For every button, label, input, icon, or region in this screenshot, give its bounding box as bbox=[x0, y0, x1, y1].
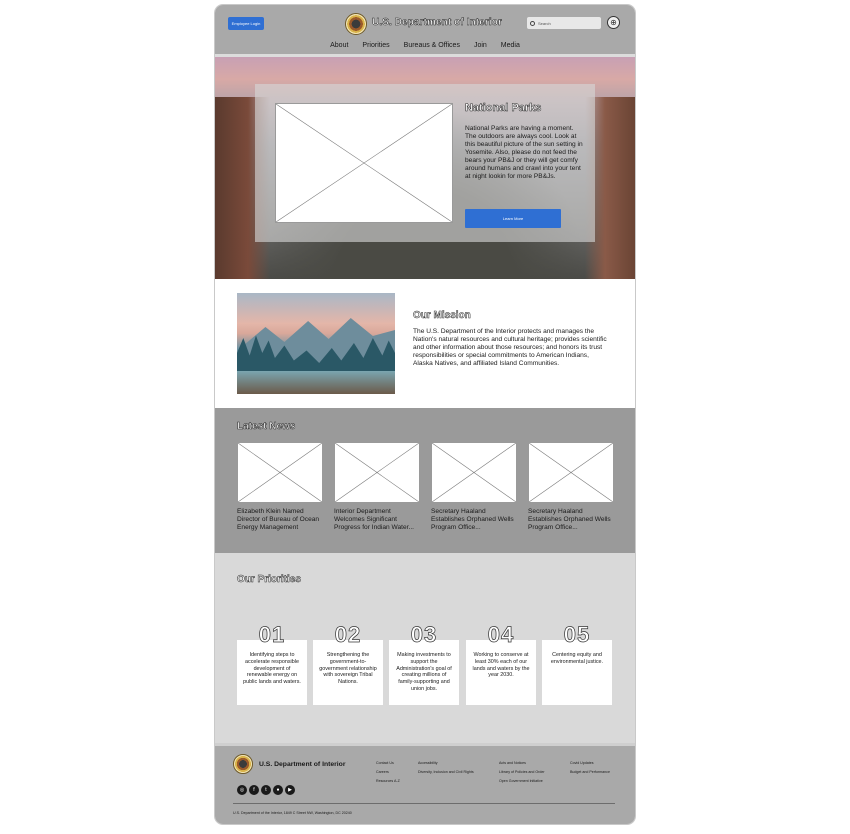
priority-text: Strengthening the government-to-governme… bbox=[319, 652, 377, 686]
search-input[interactable]: Search bbox=[527, 17, 601, 29]
priority-text: Identifying steps to accelerate responsi… bbox=[243, 652, 301, 686]
footer-brand[interactable]: U.S. Department of Interior bbox=[259, 761, 345, 768]
facebook-icon[interactable]: f bbox=[249, 785, 259, 795]
mission-section: Our Mission The U.S. Department of the I… bbox=[215, 279, 635, 408]
priority-card: 03 Making investments to support the Adm… bbox=[389, 622, 459, 705]
priorities-title: Our Priorities bbox=[237, 574, 301, 586]
news-image-placeholder bbox=[431, 442, 517, 503]
priority-card: 02 Strengthening the government-to-gover… bbox=[313, 622, 383, 705]
news-card[interactable]: Elizabeth Klein Named Director of Bureau… bbox=[237, 442, 323, 532]
footer-rule bbox=[233, 803, 615, 804]
news-section: Latest News Elizabeth Klein Named Direct… bbox=[215, 408, 635, 553]
site-footer: U.S. Department of Interior ◎ f t ● ▶ Co… bbox=[215, 746, 635, 824]
hero-image-placeholder bbox=[275, 103, 453, 223]
hero-description: National Parks are having a moment. The … bbox=[465, 125, 583, 180]
language-globe-icon[interactable]: ⊕ bbox=[607, 16, 620, 29]
youtube-icon[interactable]: ▶ bbox=[285, 785, 295, 795]
news-card[interactable]: Secretary Haaland Establishes Orphaned W… bbox=[431, 442, 517, 532]
news-headline[interactable]: Interior Department Welcomes Significant… bbox=[334, 508, 420, 532]
page-frame: Employee Login U.S. Department of Interi… bbox=[215, 5, 635, 824]
doi-seal-logo[interactable] bbox=[345, 13, 367, 35]
news-headline[interactable]: Elizabeth Klein Named Director of Bureau… bbox=[237, 508, 323, 532]
news-image-placeholder bbox=[334, 442, 420, 503]
footer-col-2: Accessibility Diversity, Inclusion and C… bbox=[418, 759, 474, 777]
footer-link-careers[interactable]: Careers bbox=[376, 768, 400, 777]
search-icon bbox=[530, 20, 535, 26]
footer-col-1: Contact Us Careers Resources A-Z bbox=[376, 759, 400, 786]
news-headline[interactable]: Secretary Haaland Establishes Orphaned W… bbox=[431, 508, 517, 532]
site-header: Employee Login U.S. Department of Interi… bbox=[215, 5, 635, 54]
footer-col-3: Acts and Notices Library of Policies and… bbox=[499, 759, 545, 786]
footer-col-4: Covid Updates Budget and Performance bbox=[570, 759, 610, 777]
mission-description: The U.S. Department of the Interior prot… bbox=[413, 328, 607, 367]
news-card[interactable]: Interior Department Welcomes Significant… bbox=[334, 442, 420, 532]
priorities-section: Our Priorities 01 Identifying steps to a… bbox=[215, 553, 635, 743]
nav-item-media[interactable]: Media bbox=[501, 42, 520, 54]
priority-number: 01 bbox=[258, 622, 286, 647]
news-card[interactable]: Secretary Haaland Establishes Orphaned W… bbox=[528, 442, 614, 532]
footer-link-accessibility[interactable]: Accessibility bbox=[418, 759, 474, 768]
priority-number: 02 bbox=[334, 622, 362, 647]
priority-card: 04 Working to conserve at least 30% each… bbox=[466, 622, 536, 705]
mission-title: Our Mission bbox=[413, 310, 471, 322]
priority-text: Making investments to support the Admini… bbox=[396, 652, 452, 692]
learn-more-button[interactable]: Learn More bbox=[465, 209, 561, 228]
social-links: ◎ f t ● ▶ bbox=[237, 785, 295, 795]
priority-card: 05 Centering equity and environmental ju… bbox=[542, 622, 612, 705]
footer-link-covid[interactable]: Covid Updates bbox=[570, 759, 610, 768]
news-title: Latest News bbox=[237, 421, 296, 433]
priority-number: 04 bbox=[487, 622, 515, 647]
priority-number: 05 bbox=[563, 622, 591, 647]
priority-text: Working to conserve at least 30% each of… bbox=[472, 652, 530, 679]
priority-text: Centering equity and environmental justi… bbox=[550, 652, 604, 665]
footer-link-library-policies[interactable]: Library of Policies and Order bbox=[499, 768, 545, 777]
nav-item-bureaus-offices[interactable]: Bureaus & Offices bbox=[404, 42, 460, 54]
priority-card: 01 Identifying steps to accelerate respo… bbox=[237, 622, 307, 705]
employee-login-button[interactable]: Employee Login bbox=[228, 17, 264, 30]
instagram-icon[interactable]: ◎ bbox=[237, 785, 247, 795]
footer-link-contact-us[interactable]: Contact Us bbox=[376, 759, 400, 768]
nav-item-join[interactable]: Join bbox=[474, 42, 487, 54]
footer-address: U.S. Department of the Interior, 1849 C … bbox=[233, 811, 352, 815]
news-image-placeholder bbox=[528, 442, 614, 503]
search-placeholder: Search bbox=[538, 20, 551, 26]
news-image-placeholder bbox=[237, 442, 323, 503]
main-nav: About Priorities Bureaus & Offices Join … bbox=[215, 42, 635, 54]
site-title[interactable]: U.S. Department of Interior bbox=[372, 17, 502, 29]
nav-item-priorities[interactable]: Priorities bbox=[362, 42, 389, 54]
twitter-icon[interactable]: t bbox=[261, 785, 271, 795]
footer-seal-logo[interactable] bbox=[233, 754, 253, 774]
flickr-icon[interactable]: ● bbox=[273, 785, 283, 795]
mission-image bbox=[237, 293, 395, 394]
footer-link-open-government[interactable]: Open Government Initiative bbox=[499, 777, 545, 786]
news-headline[interactable]: Secretary Haaland Establishes Orphaned W… bbox=[528, 508, 614, 532]
footer-link-diversity[interactable]: Diversity, Inclusion and Civil Rights bbox=[418, 768, 474, 777]
nav-item-about[interactable]: About bbox=[330, 42, 348, 54]
hero-title: National Parks bbox=[465, 102, 542, 115]
river-shape bbox=[237, 371, 395, 394]
footer-link-acts-notices[interactable]: Acts and Notices bbox=[499, 759, 545, 768]
hero-banner: National Parks National Parks are having… bbox=[215, 57, 635, 279]
footer-link-budget[interactable]: Budget and Performance bbox=[570, 768, 610, 777]
footer-link-resources[interactable]: Resources A-Z bbox=[376, 777, 400, 786]
priority-number: 03 bbox=[410, 622, 438, 647]
